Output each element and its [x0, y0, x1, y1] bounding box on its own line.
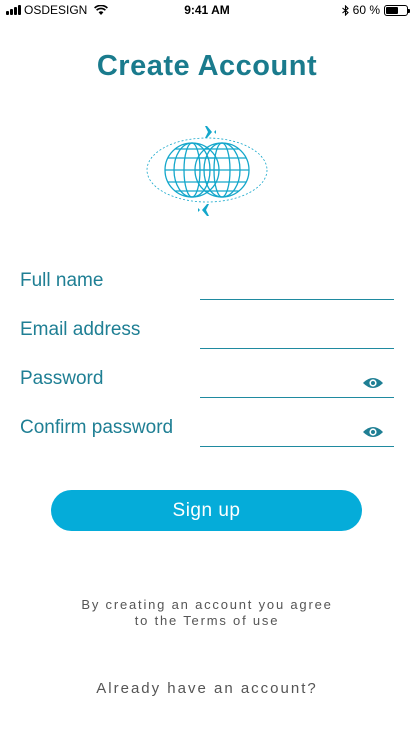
terms-line-1: By creating an account you agree: [81, 597, 333, 612]
password-label: Password: [20, 368, 104, 389]
status-right: 60 %: [341, 3, 410, 17]
eye-icon[interactable]: [362, 425, 384, 439]
email-input[interactable]: [200, 323, 394, 349]
status-bar: OSDESIGN 9:41 AM 60 %: [0, 0, 414, 20]
bluetooth-icon: [341, 4, 349, 16]
battery-icon: [384, 4, 410, 16]
confirm-password-label: Confirm password: [20, 417, 174, 438]
globe-airplanes-icon: [146, 126, 268, 216]
confirm-password-row: Confirm password: [20, 417, 394, 447]
email-row: Email address: [20, 319, 394, 349]
full-name-input[interactable]: [200, 274, 394, 300]
battery-percent: 60 %: [352, 3, 380, 17]
full-name-row: Full name: [20, 270, 394, 300]
password-row: Password: [20, 368, 394, 398]
battery-fill: [386, 6, 398, 14]
terms-notice: By creating an account you agree to the …: [0, 597, 414, 629]
login-link[interactable]: Already have an account?: [0, 680, 414, 697]
page-title: Create Account: [96, 50, 318, 82]
full-name-label: Full name: [20, 270, 104, 291]
terms-of-use-text[interactable]: to the Terms of use: [0, 613, 414, 629]
eye-icon[interactable]: [362, 376, 384, 390]
sign-up-button[interactable]: Sign up: [51, 490, 362, 531]
email-label: Email address: [20, 319, 141, 340]
